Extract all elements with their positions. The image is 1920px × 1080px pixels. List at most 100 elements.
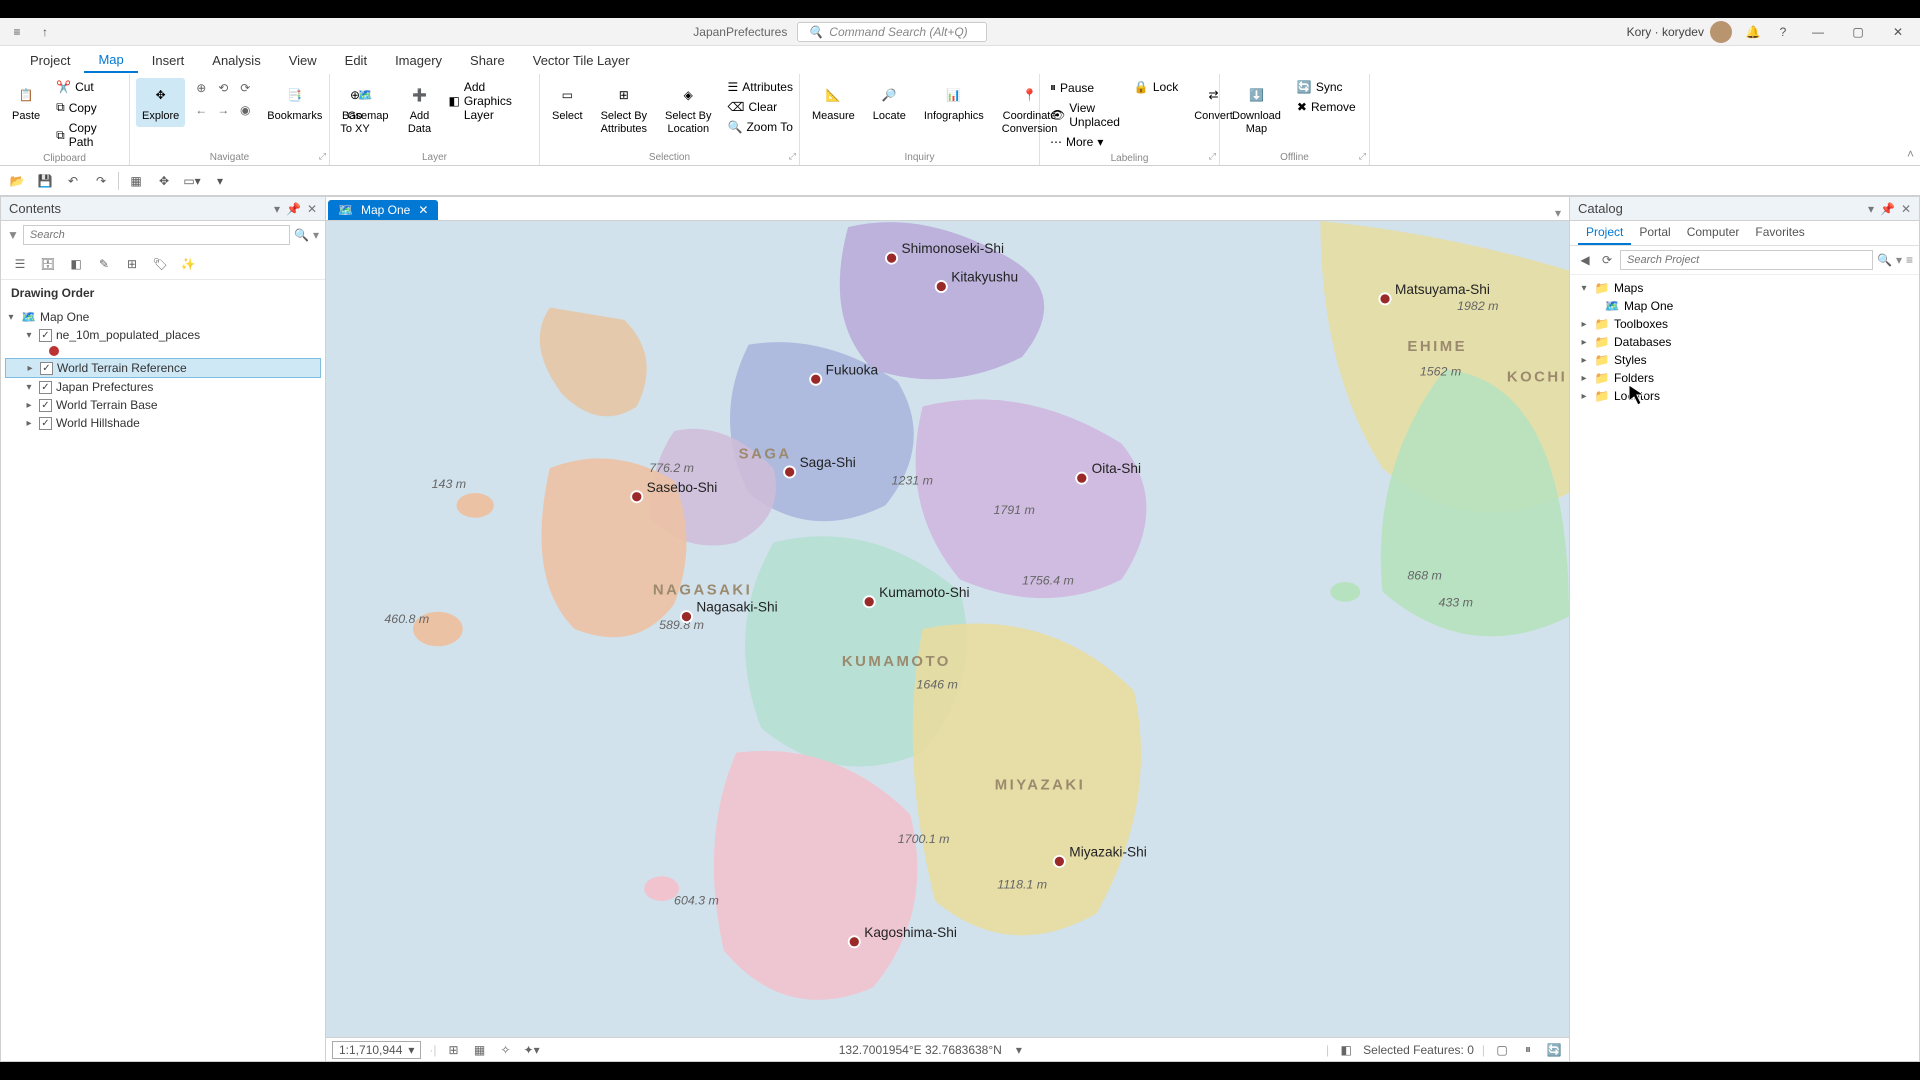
copy-button[interactable]: ⧉Copy xyxy=(52,98,123,117)
qat-tool-3[interactable]: ▭▾ xyxy=(181,170,203,192)
copy-path-button[interactable]: ⧉Copy Path xyxy=(52,119,123,151)
cut-button[interactable]: ✂️Cut xyxy=(52,78,123,96)
list-by-perspective-button[interactable]: ✨ xyxy=(177,253,199,275)
catalog-tab-portal[interactable]: Portal xyxy=(1631,221,1678,245)
list-by-editing-button[interactable]: ✎ xyxy=(93,253,115,275)
navigate-tools[interactable]: ⊕⟲⟳ ←→◉ xyxy=(191,78,255,120)
open-project-button[interactable]: 📂 xyxy=(6,170,28,192)
arrow-up-icon[interactable]: ↑ xyxy=(36,23,54,41)
help-icon[interactable]: ? xyxy=(1774,23,1792,41)
navigate-dialog-launcher[interactable]: ⤢ xyxy=(319,151,326,162)
expand-icon[interactable]: ▸ xyxy=(23,400,35,411)
expand-icon[interactable]: ▾ xyxy=(23,330,35,341)
labeling-dialog-launcher[interactable]: ⤢ xyxy=(1209,151,1216,162)
catalog-back-button[interactable]: ◀ xyxy=(1576,251,1594,269)
zoom-to-button[interactable]: 🔍Zoom To xyxy=(724,118,797,136)
close-button[interactable]: ✕ xyxy=(1884,24,1912,40)
expand-icon[interactable]: ▸ xyxy=(1578,391,1590,402)
more-labeling-button[interactable]: ⋯More▾ xyxy=(1046,133,1124,151)
contents-close-button[interactable]: ✕ xyxy=(307,202,317,216)
expand-icon[interactable]: ▾ xyxy=(5,312,17,323)
menu-share[interactable]: Share xyxy=(456,49,519,72)
map-tab[interactable]: 🗺️ Map One ✕ xyxy=(328,200,438,220)
catalog-item[interactable]: ▸📁Folders xyxy=(1574,369,1915,387)
catalog-item[interactable]: ▸📁Styles xyxy=(1574,351,1915,369)
infographics-button[interactable]: 📊Infographics xyxy=(918,78,990,127)
bookmarks-button[interactable]: 📑 Bookmarks xyxy=(261,78,328,127)
layer-item[interactable]: ▾✓ne_10m_populated_places xyxy=(5,326,321,344)
catalog-options-button[interactable]: ▾ xyxy=(1868,202,1874,216)
list-by-labeling-button[interactable]: 🏷 xyxy=(149,253,171,275)
select-by-location-button[interactable]: ◈Select By Location xyxy=(659,78,717,140)
expand-icon[interactable]: ▸ xyxy=(1578,337,1590,348)
contents-options-button[interactable]: ▾ xyxy=(274,202,280,216)
remove-offline-button[interactable]: ✖Remove xyxy=(1293,98,1360,116)
save-project-button[interactable]: 💾 xyxy=(34,170,56,192)
expand-icon[interactable]: ▸ xyxy=(1578,355,1590,366)
maximize-button[interactable]: ▢ xyxy=(1844,24,1872,40)
expand-icon[interactable]: ▾ xyxy=(1578,283,1590,294)
list-by-drawing-order-button[interactable]: ☰ xyxy=(9,253,31,275)
list-by-snapping-button[interactable]: ⊞ xyxy=(121,253,143,275)
offline-dialog-launcher[interactable]: ⤢ xyxy=(1359,151,1366,162)
refresh-button[interactable]: 🔄 xyxy=(1545,1041,1563,1059)
map-view-options-button[interactable]: ▾ xyxy=(1547,206,1569,220)
menu-vector-tile-layer[interactable]: Vector Tile Layer xyxy=(519,49,644,72)
select-by-attributes-button[interactable]: ⊞Select By Attributes xyxy=(595,78,653,140)
explore-button[interactable]: ✥ Explore xyxy=(136,78,185,127)
menu-imagery[interactable]: Imagery xyxy=(381,49,456,72)
add-graphics-layer-button[interactable]: ◧Add Graphics Layer xyxy=(444,78,533,124)
view-unplaced-button[interactable]: 👁View Unplaced xyxy=(1046,99,1124,131)
attributes-button[interactable]: ☰Attributes xyxy=(724,78,797,96)
pause-drawing-button[interactable]: ⏸ xyxy=(1519,1041,1537,1059)
menu-view[interactable]: View xyxy=(275,49,331,72)
layer-item[interactable]: ▾✓Japan Prefectures xyxy=(5,378,321,396)
select-button[interactable]: ▭Select xyxy=(546,78,589,127)
search-icon[interactable]: 🔍 xyxy=(1877,253,1892,267)
undo-button[interactable]: ↶ xyxy=(62,170,84,192)
menu-map[interactable]: Map xyxy=(84,48,137,73)
menu-analysis[interactable]: Analysis xyxy=(198,49,274,72)
catalog-item[interactable]: ▸📁Locators xyxy=(1574,387,1915,405)
catalog-menu-button[interactable]: ≡ xyxy=(1906,253,1913,267)
expand-icon[interactable]: ▸ xyxy=(1578,319,1590,330)
catalog-view-button[interactable]: ▢ xyxy=(1493,1041,1511,1059)
download-map-button[interactable]: ⬇️Download Map xyxy=(1226,78,1287,140)
collapse-ribbon-button[interactable]: ˄ xyxy=(1907,147,1914,161)
redo-button[interactable]: ↷ xyxy=(90,170,112,192)
catalog-item[interactable]: ▸📁Databases xyxy=(1574,333,1915,351)
catalog-tab-computer[interactable]: Computer xyxy=(1679,221,1748,245)
catalog-search-options-button[interactable]: ▾ xyxy=(1896,253,1902,267)
measure-button[interactable]: 📐Measure xyxy=(806,78,861,127)
paste-button[interactable]: 📋 Paste xyxy=(6,78,46,127)
expand-icon[interactable]: ▸ xyxy=(1578,373,1590,384)
user-account[interactable]: Kory · korydev xyxy=(1627,21,1732,43)
layer-checkbox[interactable]: ✓ xyxy=(40,362,53,375)
command-search[interactable]: 🔍 Command Search (Alt+Q) xyxy=(797,22,987,42)
layer-checkbox[interactable]: ✓ xyxy=(39,417,52,430)
pause-labeling-button[interactable]: ⏸Pause xyxy=(1046,78,1124,97)
coord-format-button[interactable]: ▾ xyxy=(1010,1041,1028,1059)
menu-edit[interactable]: Edit xyxy=(331,49,381,72)
correction-button[interactable]: ✦▾ xyxy=(523,1041,541,1059)
selection-dialog-launcher[interactable]: ⤢ xyxy=(789,151,796,162)
layer-item[interactable]: ▸✓World Terrain Reference xyxy=(5,358,321,378)
qat-tool-2[interactable]: ✥ xyxy=(153,170,175,192)
list-by-selection-button[interactable]: ◧ xyxy=(65,253,87,275)
layer-item[interactable]: ▸✓World Terrain Base xyxy=(5,396,321,414)
list-by-source-button[interactable]: 🗄 xyxy=(37,253,59,275)
expand-icon[interactable]: ▾ xyxy=(23,382,35,393)
grid-button[interactable]: ▦ xyxy=(471,1041,489,1059)
layer-checkbox[interactable]: ✓ xyxy=(39,381,52,394)
expand-icon[interactable]: ▸ xyxy=(24,363,36,374)
contents-search-input[interactable] xyxy=(23,225,290,245)
snapping-button[interactable]: ⊞ xyxy=(445,1041,463,1059)
map-canvas[interactable]: SAGANAGASAKIKUMAMOTOMIYAZAKIEHIMEKOCHI 1… xyxy=(326,221,1569,1037)
catalog-refresh-button[interactable]: ⟳ xyxy=(1598,251,1616,269)
add-data-button[interactable]: ➕ Add Data xyxy=(400,78,438,140)
map-scale-selector[interactable]: 1:1,710,944 ▾ xyxy=(332,1041,421,1059)
layer-item[interactable]: ▸✓World Hillshade xyxy=(5,414,321,432)
lock-labeling-button[interactable]: 🔒Lock xyxy=(1130,78,1182,96)
menu-insert[interactable]: Insert xyxy=(138,49,199,72)
filter-icon[interactable]: ▼ xyxy=(7,228,19,242)
